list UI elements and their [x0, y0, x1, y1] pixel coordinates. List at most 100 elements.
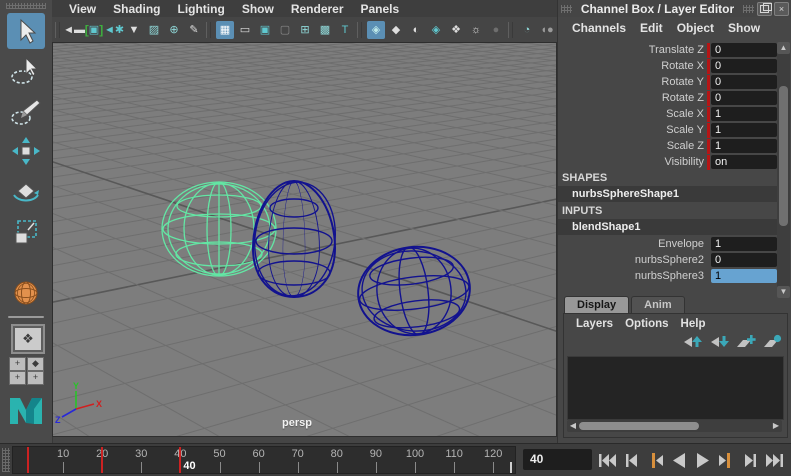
time-slider[interactable]: 10203040506070809010011012040: [12, 446, 516, 474]
shape-node-row[interactable]: nurbsSphereShape1: [558, 186, 777, 202]
channel-value-field[interactable]: 0: [711, 75, 777, 89]
play-backwards-button[interactable]: [667, 450, 691, 470]
layer-list-scrollbar[interactable]: ◀ ▶: [567, 420, 782, 432]
move-tool[interactable]: [7, 133, 45, 169]
safe-action-icon[interactable]: ▩: [316, 21, 334, 39]
gate-mask-icon[interactable]: ▢: [276, 21, 294, 39]
new-empty-layer-icon[interactable]: [736, 334, 756, 354]
menu-view[interactable]: View: [69, 2, 96, 16]
panel-drag-handle[interactable]: [561, 4, 572, 13]
pane-layout-b-button[interactable]: ◆: [27, 357, 44, 371]
channel-value-field[interactable]: 0: [711, 43, 777, 57]
keyframe-marker[interactable]: [26, 447, 29, 473]
grid-icon[interactable]: ▦: [216, 20, 234, 39]
channel-value-field[interactable]: 0: [711, 91, 777, 105]
channel-value-field[interactable]: 0: [711, 253, 777, 267]
menu-lighting[interactable]: Lighting: [177, 2, 224, 16]
scrollbar-thumb[interactable]: [579, 422, 699, 430]
panel-close-button[interactable]: ×: [774, 1, 789, 16]
film-gate-icon[interactable]: ▭: [236, 21, 254, 39]
move-layer-up-icon[interactable]: [682, 334, 702, 354]
step-forward-frame-button[interactable]: [739, 450, 763, 470]
step-forward-key-button[interactable]: [715, 450, 739, 470]
pan-zoom-icon[interactable]: ⊕: [165, 21, 183, 39]
lasso-tool[interactable]: [7, 53, 45, 89]
single-pane-layout-button[interactable]: ❖: [11, 324, 45, 354]
menu-show[interactable]: Show: [242, 2, 274, 16]
channel-value-field[interactable]: 1: [711, 269, 777, 283]
tab-anim[interactable]: Anim: [631, 296, 685, 314]
menu-edit[interactable]: Edit: [640, 21, 663, 35]
select-camera-icon[interactable]: ◄▬: [63, 21, 85, 39]
select-tool[interactable]: [7, 13, 45, 49]
channel-value-field[interactable]: on: [711, 155, 777, 169]
tab-display[interactable]: Display: [564, 296, 630, 314]
panel-drag-handle[interactable]: [743, 4, 754, 13]
menu-object[interactable]: Object: [677, 21, 714, 35]
scale-tool[interactable]: [7, 213, 45, 249]
time-slider-drag-handle[interactable]: [2, 448, 10, 472]
channel-value-field[interactable]: 0: [711, 59, 777, 73]
go-to-start-button[interactable]: [595, 450, 619, 470]
rotate-tool[interactable]: [7, 173, 45, 209]
keyframe-marker[interactable]: [101, 447, 104, 473]
menu-options[interactable]: Options: [625, 318, 668, 330]
shadows-icon[interactable]: ●: [487, 21, 505, 39]
paint-selection-tool[interactable]: [7, 93, 45, 129]
layer-list[interactable]: [567, 356, 784, 420]
nurbs-sphere-selected[interactable]: [161, 181, 277, 277]
step-back-frame-button[interactable]: [619, 450, 643, 470]
channel-box-scrollbar[interactable]: ▲ ▼: [777, 42, 790, 298]
scroll-right-icon[interactable]: ▶: [770, 420, 782, 432]
pane-layout-a-button[interactable]: +: [9, 357, 26, 371]
channel-value-field[interactable]: 1: [711, 123, 777, 137]
shaded-display-icon[interactable]: ◆: [387, 21, 405, 39]
channel-value-field[interactable]: 1: [711, 107, 777, 121]
default-material-icon[interactable]: ❖: [447, 21, 465, 39]
lock-camera-icon[interactable]: [▣]: [85, 21, 103, 39]
viewport[interactable]: Y X Z persp: [52, 42, 557, 437]
pane-layout-d-button[interactable]: +: [27, 371, 44, 385]
scroll-down-icon[interactable]: ▼: [777, 286, 790, 298]
playhead[interactable]: [179, 447, 182, 473]
menu-panels[interactable]: Panels: [361, 2, 400, 16]
xray-icon[interactable]: ◔: [518, 21, 536, 39]
panel-popout-button[interactable]: [757, 1, 772, 16]
step-back-key-button[interactable]: [643, 450, 667, 470]
input-node-row[interactable]: blendShape1: [558, 219, 777, 235]
channel-value-field[interactable]: 1: [711, 139, 777, 153]
pane-layout-c-button[interactable]: +: [9, 371, 26, 385]
new-layer-with-selected-icon[interactable]: [763, 334, 783, 354]
menu-shading[interactable]: Shading: [113, 2, 160, 16]
lights-icon[interactable]: ☼: [467, 21, 485, 39]
image-plane-icon[interactable]: ▨: [145, 21, 163, 39]
grease-pencil-icon[interactable]: ✎: [185, 21, 203, 39]
bookmark-icon[interactable]: ▼: [125, 21, 143, 39]
wireframe-display-icon[interactable]: ◈: [367, 20, 385, 39]
menu-channels[interactable]: Channels: [572, 21, 626, 35]
safe-title-icon[interactable]: T: [336, 21, 354, 39]
menu-help[interactable]: Help: [681, 318, 706, 330]
go-to-end-button[interactable]: [763, 450, 787, 470]
nurbs-sphere-right[interactable]: [349, 234, 479, 348]
resolution-gate-icon[interactable]: ▣: [256, 21, 274, 39]
camera-attributes-icon[interactable]: ◄✱: [104, 21, 124, 39]
channel-box-titlebar[interactable]: Channel Box / Layer Editor ×: [558, 0, 791, 17]
sphere-history-icon[interactable]: [8, 278, 44, 308]
scroll-up-icon[interactable]: ▲: [777, 42, 790, 54]
channel-label: Translate Z: [648, 44, 704, 56]
menu-layers[interactable]: Layers: [576, 318, 613, 330]
wireframe-on-shaded-icon[interactable]: ◈: [427, 21, 445, 39]
scroll-left-icon[interactable]: ◀: [567, 420, 579, 432]
toolbox-drag-handle[interactable]: [6, 3, 46, 9]
channel-value-field[interactable]: 1: [711, 237, 777, 251]
exposure-icon[interactable]: ◖●: [538, 21, 556, 39]
current-time-field[interactable]: 40: [523, 449, 592, 470]
menu-renderer[interactable]: Renderer: [291, 2, 344, 16]
scrollbar-thumb[interactable]: [779, 86, 788, 226]
move-layer-down-icon[interactable]: [709, 334, 729, 354]
field-chart-icon[interactable]: ⊞: [296, 21, 314, 39]
textured-display-icon[interactable]: ◐: [407, 21, 425, 39]
menu-show[interactable]: Show: [728, 21, 760, 35]
play-forwards-button[interactable]: [691, 450, 715, 470]
